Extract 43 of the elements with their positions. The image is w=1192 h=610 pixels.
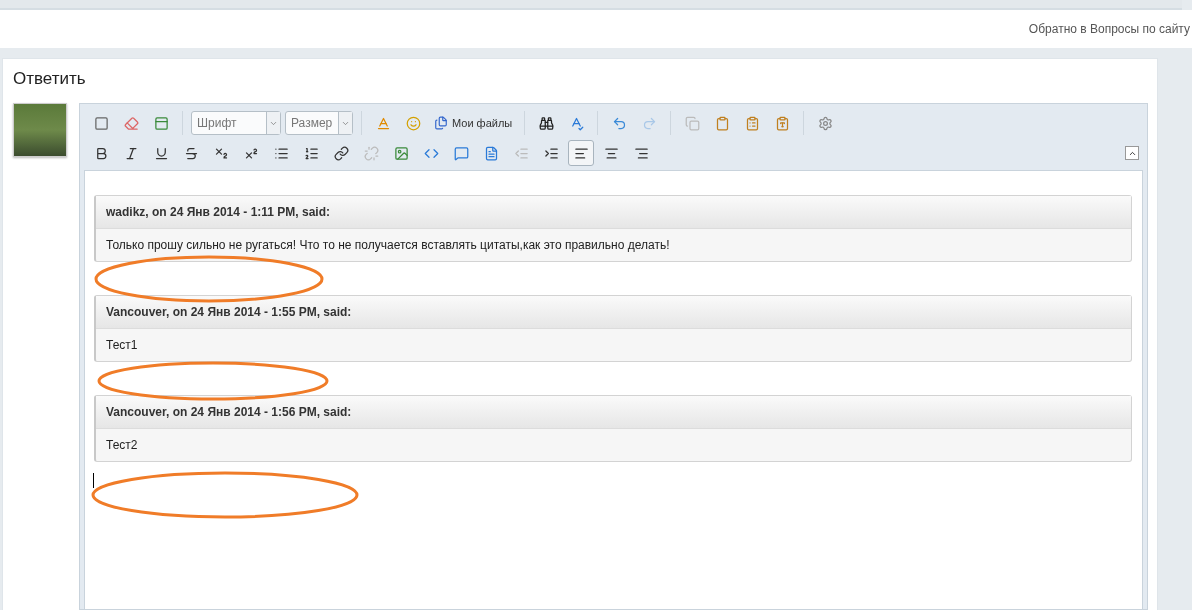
outdent-icon — [513, 145, 529, 161]
avatar-photo-placeholder — [13, 103, 67, 157]
quote-header: Vancouver, on 24 Янв 2014 - 1:56 PM, said: — [96, 396, 1131, 429]
indent-icon — [543, 145, 559, 161]
paste-word-icon — [774, 115, 790, 131]
quote-header: wadikz, on 24 Янв 2014 - 1:11 PM, said: — [96, 196, 1131, 229]
eraser-icon — [123, 115, 139, 131]
back-link[interactable]: Обратно в Вопросы по сайту — [1028, 22, 1190, 36]
align-right-icon — [633, 145, 649, 161]
paste-icon — [714, 115, 730, 131]
files-icon — [434, 116, 448, 130]
unlink-icon — [363, 145, 379, 161]
quote-icon — [453, 145, 469, 161]
reply-title: Ответить — [13, 69, 87, 89]
smiley-icon — [405, 115, 421, 131]
superscript-icon — [243, 145, 259, 161]
find-icon — [538, 115, 554, 131]
paste-text-icon — [744, 115, 760, 131]
quote-text: Тест1 — [105, 337, 139, 354]
settings-icon — [817, 115, 833, 131]
font-select[interactable]: Шрифт — [191, 111, 281, 135]
quote-header: Vancouver, on 24 Янв 2014 - 1:55 PM, said: — [96, 296, 1131, 329]
image-icon — [393, 145, 409, 161]
text-cursor — [93, 473, 94, 488]
link-icon — [333, 145, 349, 161]
align-left-button[interactable] — [568, 140, 594, 166]
copy-icon — [684, 115, 700, 131]
underline-icon — [153, 145, 169, 161]
quote-text: Тест2 — [105, 437, 139, 454]
collapse-button[interactable] — [1125, 146, 1139, 160]
align-left-icon — [573, 145, 589, 161]
quote-text: Только прошу сильно не ругаться! Что то не получается вставлять цитаты,как это правильно делать! — [105, 237, 671, 254]
undo-icon — [611, 115, 627, 131]
italic-icon — [123, 145, 139, 161]
numbered-list-icon — [303, 145, 319, 161]
size-select[interactable]: Размер — [285, 111, 353, 135]
text-color-icon — [375, 115, 391, 131]
subscript-icon — [213, 145, 229, 161]
redo-icon — [641, 115, 657, 131]
bulleted-list-icon — [273, 145, 289, 161]
align-center-icon — [603, 145, 619, 161]
my-files-button[interactable]: Мои файлы — [430, 116, 517, 130]
strikethrough-icon — [183, 145, 199, 161]
